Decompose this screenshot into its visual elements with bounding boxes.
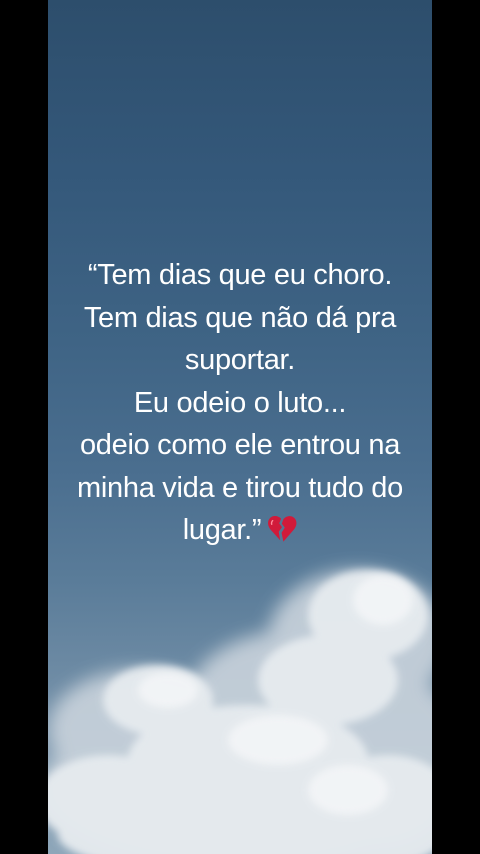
caption-line: minha vida e tirou tudo do xyxy=(77,471,403,504)
caption-line: Tem dias que não dá pra xyxy=(83,301,397,334)
caption-line: odeio como ele entrou na xyxy=(79,429,401,461)
broken-heart-icon xyxy=(268,516,297,542)
caption-line-last: lugar.” xyxy=(48,509,432,552)
caption-line: “Tem dias que eu choro. xyxy=(87,259,393,291)
video-player[interactable]: “Tem dias que eu choro. Tem dias que não… xyxy=(48,0,432,854)
caption-line: suportar. xyxy=(184,344,296,376)
caption-line: Eu odeio o luto... xyxy=(133,386,347,419)
quote-caption: “Tem dias que eu choro. Tem dias que não… xyxy=(48,254,432,552)
caption-text: lugar.” xyxy=(182,514,262,546)
video-frame: “Tem dias que eu choro. Tem dias que não… xyxy=(0,0,480,854)
